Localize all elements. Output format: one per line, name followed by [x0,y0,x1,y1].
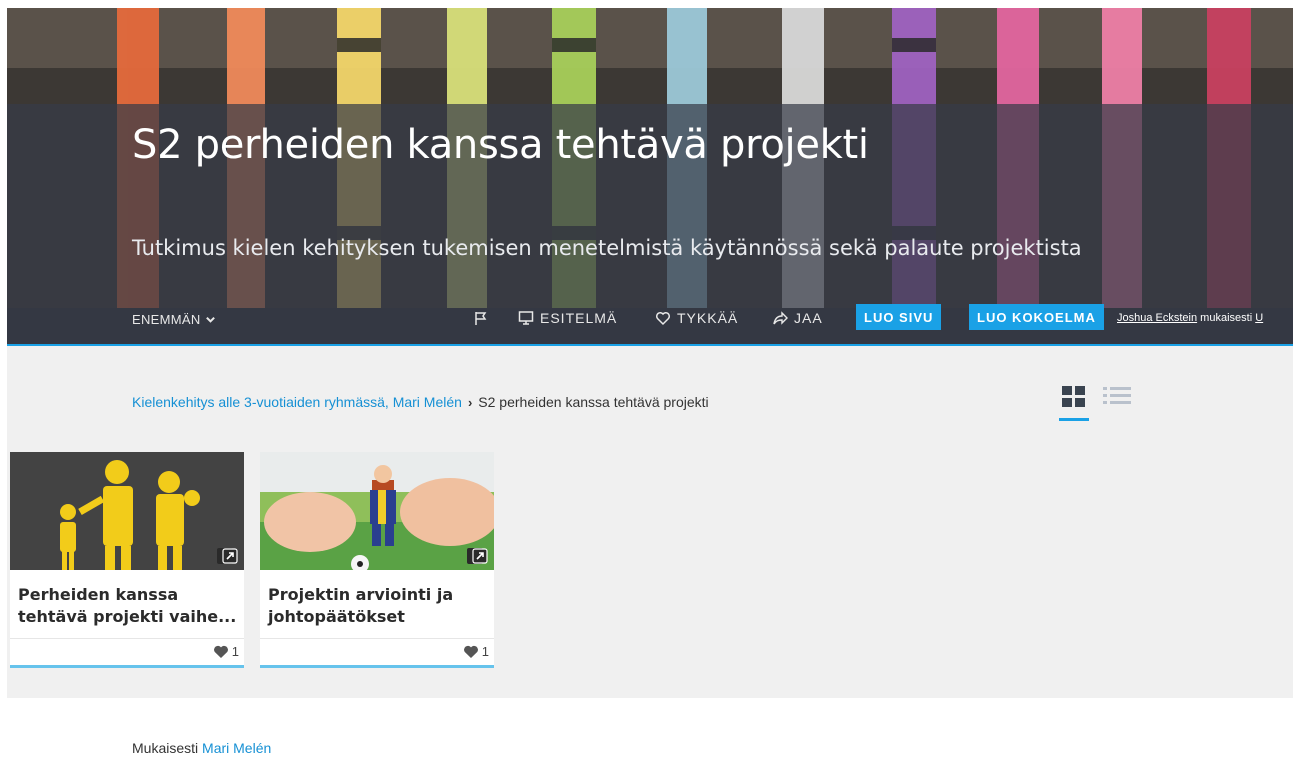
banner-toolbar: ENEMMÄN ESITELMÄ TYKKÄÄ JAA LUO SIVU LUO… [7,304,1293,334]
card-likes: 1 [213,644,239,659]
like-count: 1 [231,644,239,659]
flag-icon [475,312,487,325]
card-divider [260,638,494,639]
heart-outline-icon [655,311,671,326]
like-count: 1 [481,644,489,659]
create-collection-button[interactable]: LUO KOKOELMA [969,304,1104,330]
author-prefix: Mukaisesti [132,740,199,756]
credit-license-link[interactable]: U [1255,312,1263,324]
image-credit: Joshua Eckstein mukaisesti U [1117,312,1263,324]
like-button[interactable]: TYKKÄÄ [655,310,738,326]
card-thumbnail [260,452,494,570]
heart-icon [463,645,478,658]
credit-author-link[interactable]: Joshua Eckstein [1117,312,1197,324]
toy-football-image [260,452,494,570]
breadcrumb-parent-link[interactable]: Kielenkehitys alle 3-vuotiaiden ryhmässä… [132,394,462,410]
grid-view-icon [1059,386,1089,421]
list-view-button[interactable] [1101,384,1133,414]
share-icon [773,311,788,325]
flag-button[interactable] [473,310,489,326]
more-menu-button[interactable]: ENEMMÄN [132,312,216,327]
external-link-icon [222,548,238,564]
footer: Mukaisesti Mari Melén [7,698,1293,765]
list-view-icon [1103,387,1131,404]
card-title: Perheiden kanssa tehtävä projekti vaihe.… [18,585,237,626]
page-subtitle: Tutkimus kielen kehityksen tukemisen men… [132,236,1082,260]
grid-view-button[interactable] [1059,384,1089,424]
page-title: S2 perheiden kanssa tehtävä projekti [132,122,869,168]
external-link-icon [472,548,488,564]
share-label: JAA [794,310,823,326]
more-menu-label: ENEMMÄN [132,312,201,327]
chevron-down-icon [205,316,215,323]
header-banner: S2 perheiden kanssa tehtävä projekti Tut… [7,8,1293,344]
share-button[interactable]: JAA [772,310,823,326]
main-content: Kielenkehitys alle 3-vuotiaiden ryhmässä… [7,346,1293,698]
author-credit: Mukaisesti Mari Melén [132,740,271,756]
monitor-icon [518,311,534,325]
present-label: ESITELMÄ [540,310,618,326]
card-item[interactable]: Perheiden kanssa tehtävä projekti vaihe.… [10,452,244,668]
card-likes: 1 [463,644,489,659]
breadcrumb-current: S2 perheiden kanssa tehtävä projekti [478,394,709,410]
card-item[interactable]: Projektin arviointi ja johtopäätökset 1 [260,452,494,668]
credit-suffix: mukaisesti [1200,312,1253,324]
create-page-button[interactable]: LUO SIVU [856,304,942,330]
card-title: Projektin arviointi ja johtopäätökset [268,585,454,626]
card-divider [10,638,244,639]
breadcrumb: Kielenkehitys alle 3-vuotiaiden ryhmässä… [132,394,709,410]
card-thumbnail [10,452,244,570]
breadcrumb-separator: › [467,394,473,410]
like-label: TYKKÄÄ [677,310,739,326]
family-sign-image [10,452,244,570]
present-button[interactable]: ESITELMÄ [518,310,617,326]
author-link[interactable]: Mari Melén [202,740,271,756]
heart-icon [213,645,228,658]
